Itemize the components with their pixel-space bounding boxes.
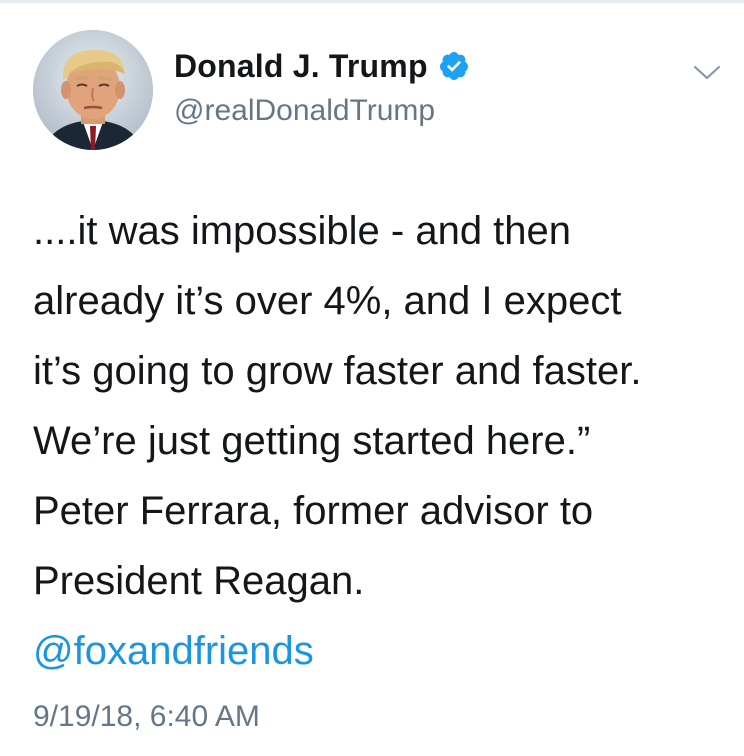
- chevron-down-icon[interactable]: [692, 64, 722, 82]
- tweet-text-line: President Reagan.: [33, 559, 365, 603]
- author-handle[interactable]: @realDonaldTrump: [174, 94, 435, 128]
- tweet-text-line: We’re just getting started here.”: [33, 419, 591, 463]
- mention-link[interactable]: @foxandfriends: [33, 616, 733, 686]
- author-display-name[interactable]: Donald J. Trump: [174, 48, 428, 85]
- tweet-text-line: Peter Ferrara, former advisor to: [33, 489, 594, 533]
- tweet-text-line: ....it was impossible - and then: [33, 209, 572, 253]
- tweet-text-line: it’s going to grow faster and faster.: [33, 349, 642, 393]
- tweet-header: Donald J. Trump @realDonaldTrump: [0, 0, 744, 180]
- display-name-row: Donald J. Trump: [174, 44, 470, 88]
- avatar-image: [33, 30, 153, 150]
- author-avatar[interactable]: [33, 30, 153, 150]
- verified-badge-icon: [438, 50, 470, 82]
- tweet-text: ....it was impossible - and then already…: [33, 196, 733, 686]
- tweet-text-line: already it’s over 4%, and I expect: [33, 279, 622, 323]
- tweet-timestamp[interactable]: 9/19/18, 6:40 AM: [33, 700, 260, 734]
